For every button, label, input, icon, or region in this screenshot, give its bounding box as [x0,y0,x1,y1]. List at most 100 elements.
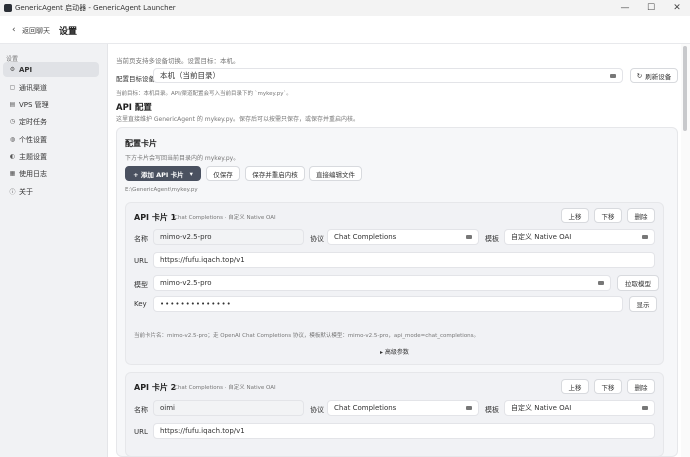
advanced-params-toggle[interactable]: ▸ 高级参数 [380,347,409,356]
url-input[interactable]: https://fufu.iqach.top/v1 [153,252,655,268]
back-to-chat-button[interactable]: 返回聊天 [22,26,50,36]
protocol-select-value: Chat Completions [334,233,397,241]
info-icon: ⓘ [9,189,16,196]
sidebar-item-theme[interactable]: ◐ 主题设置 [3,149,99,164]
sidebar-item-about[interactable]: ⓘ 关于 [3,184,99,199]
clock-icon: ◷ [9,118,16,125]
template-select[interactable]: 自定义 Native OAI [504,400,655,416]
sidebar-item-vps[interactable]: ▤ VPS 管理 [3,97,99,112]
server-icon: ▤ [9,101,16,108]
sidebar-item-label: 个性设置 [19,135,47,144]
delete-card-button[interactable]: 删除 [627,379,655,394]
template-label: 模板 [485,235,499,243]
api-card-2-title: API 卡片 2 [134,383,177,392]
sidebar-item-label: 定时任务 [19,117,47,126]
select-icon [642,406,648,410]
page-header: ‹ 返回聊天 设置 [0,16,690,44]
theme-icon: ◐ [9,153,16,160]
protocol-select-value: Chat Completions [334,404,397,412]
sidebar-item-label: 主题设置 [19,152,47,161]
move-down-button[interactable]: 下移 [594,208,622,223]
device-label: 配置目标设备 [116,75,155,83]
protocol-select[interactable]: Chat Completions [327,229,479,245]
model-select[interactable]: mimo-v2.5-pro [153,275,611,291]
sidebar-item-personal[interactable]: ◍ 个性设置 [3,132,99,147]
key-label: Key [134,300,147,308]
chat-icon: ▢ [9,84,16,91]
maximize-icon[interactable]: ☐ [638,0,664,16]
select-icon [466,235,472,239]
device-hint: 当前页支持多设备切换。设置目标：本机。 [116,57,240,65]
log-icon: ▦ [9,170,16,177]
protocol-label: 协议 [310,406,324,414]
sidebar-item-label: 通讯渠道 [19,83,47,92]
add-api-card-button[interactable]: + 添加 API 卡片 ▾ [125,166,201,181]
add-api-card-label: + 添加 API 卡片 [133,170,184,179]
url-input[interactable]: https://fufu.iqach.top/v1 [153,423,655,439]
card-summary: 当前卡片名：mimo-v2.5-pro；走 OpenAI Chat Comple… [134,333,480,339]
api-card-1-subtitle: Chat Completions · 自定义 Native OAI [174,215,276,221]
config-file-path: E:\GenericAgent\mykey.py [125,187,198,193]
template-select-value: 自定义 Native OAI [511,404,572,412]
window-titlebar: GenericAgent 启动器 - GenericAgent Launcher… [0,0,690,16]
sidebar-item-label: API [19,65,33,74]
minimize-icon[interactable]: — [612,0,638,16]
select-icon [598,281,604,285]
user-icon: ◍ [9,136,16,143]
url-label: URL [134,257,148,265]
sidebar-item-label: 关于 [19,187,33,196]
close-icon[interactable]: ✕ [664,0,690,16]
sidebar-item-label: 使用日志 [19,169,47,178]
refresh-devices-button[interactable]: ↻ 刷新设备 [630,68,678,83]
name-label: 名称 [134,235,148,243]
select-icon [466,406,472,410]
config-card-title: 配置卡片 [125,139,157,148]
url-label: URL [134,428,148,436]
template-label: 模板 [485,406,499,414]
app-logo-icon [4,4,12,12]
sidebar-item-api[interactable]: ⚙ API [3,62,99,77]
sidebar: 设置 ⚙ API ▢ 通讯渠道 ▤ VPS 管理 ◷ 定时任务 ◍ 个性设置 ◐ 主题设置 … [0,44,108,457]
device-select-value: 本机（当前目录） [160,71,220,80]
key-input[interactable]: •••••••••••••• [153,296,623,312]
protocol-label: 协议 [310,235,324,243]
select-icon [642,235,648,239]
move-down-button[interactable]: 下移 [594,379,622,394]
sidebar-item-label: VPS 管理 [19,100,49,109]
save-restart-button[interactable]: 保存并重启内核 [245,166,305,181]
api-card-2-subtitle: Chat Completions · 自定义 Native OAI [174,385,276,391]
window-title: GenericAgent 启动器 - GenericAgent Launcher [15,4,176,12]
fetch-models-button[interactable]: 拉取模型 [617,275,659,291]
chevron-down-icon[interactable]: ▾ [190,170,193,178]
template-select[interactable]: 自定义 Native OAI [504,229,655,245]
refresh-icon: ↻ [636,71,643,80]
select-icon [610,73,616,78]
protocol-select[interactable]: Chat Completions [327,400,479,416]
scrollbar-thumb[interactable] [683,46,687,131]
api-section-desc: 这里直接维护 GenericAgent 的 mykey.py。保存后可以按需只保… [116,116,360,123]
move-up-button[interactable]: 上移 [561,208,589,223]
refresh-devices-label: 刷新设备 [645,72,672,81]
gear-icon: ⚙ [9,66,16,73]
device-select[interactable]: 本机（当前目录） [153,68,623,83]
show-key-button[interactable]: 显示 [629,296,657,312]
page-title: 设置 [59,27,78,37]
name-input[interactable]: mimo-v2.5-pro [153,229,304,245]
name-label: 名称 [134,406,148,414]
device-target-hint: 当前目标：本机目录。API/渠道配置会写入当前目录下的 `mykey.py`。 [116,91,292,97]
config-card-desc: 下方卡片会写回当前目录内的 mykey.py。 [125,155,240,162]
save-only-button[interactable]: 仅保存 [206,166,240,181]
move-up-button[interactable]: 上移 [561,379,589,394]
chevron-left-icon[interactable]: ‹ [12,25,16,35]
delete-card-button[interactable]: 删除 [627,208,655,223]
sidebar-item-schedule[interactable]: ◷ 定时任务 [3,114,99,129]
template-select-value: 自定义 Native OAI [511,233,572,241]
edit-file-button[interactable]: 直接编辑文件 [309,166,362,181]
model-select-value: mimo-v2.5-pro [160,279,212,287]
model-label: 模型 [134,281,148,289]
sidebar-item-logs[interactable]: ▦ 使用日志 [3,166,99,181]
name-input[interactable]: oimi [153,400,304,416]
sidebar-item-channels[interactable]: ▢ 通讯渠道 [3,80,99,95]
api-card-1-title: API 卡片 1 [134,213,177,222]
api-section-title: API 配置 [116,103,152,113]
